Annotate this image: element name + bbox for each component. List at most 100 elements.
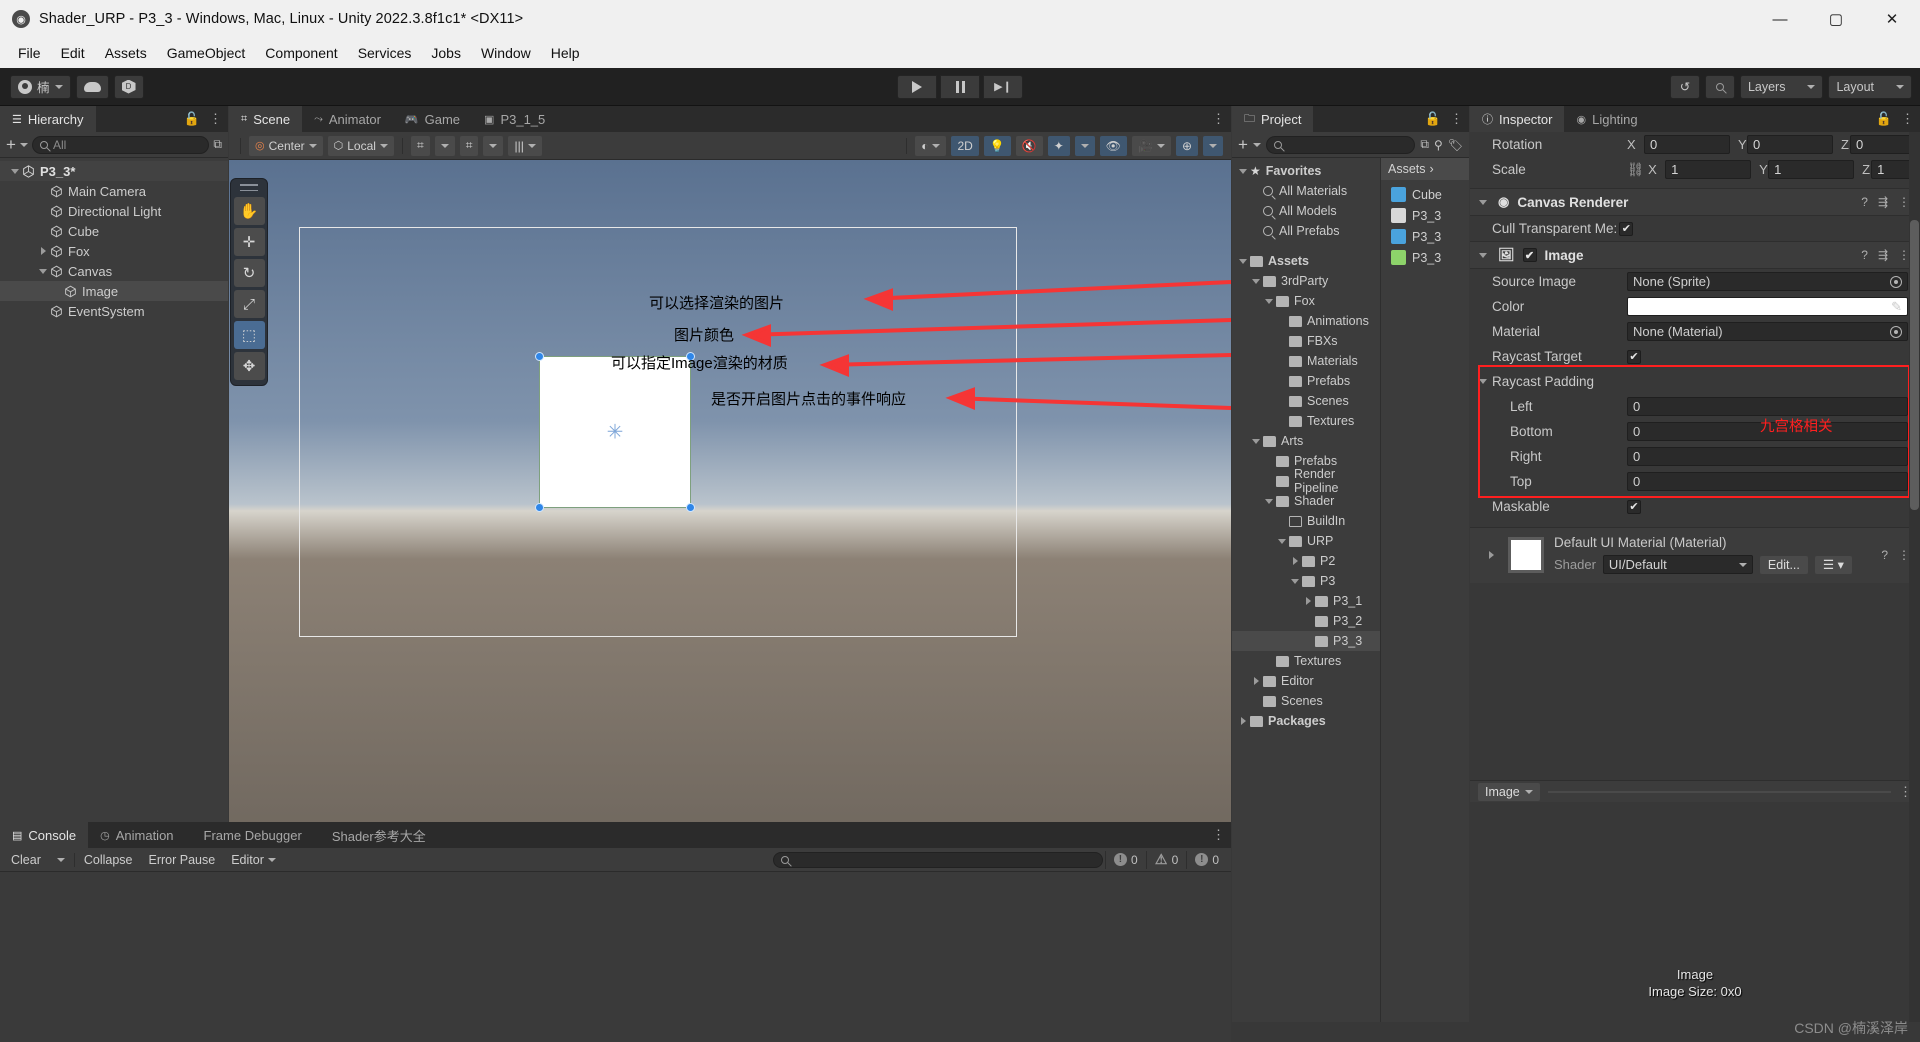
menu-item-file[interactable]: File bbox=[8, 41, 51, 65]
fx-caret[interactable] bbox=[1074, 135, 1095, 156]
lock-icon[interactable]: 🔓 bbox=[1425, 111, 1441, 127]
help-icon[interactable]: ? bbox=[1861, 195, 1868, 209]
rotation-x-input[interactable]: 0 bbox=[1644, 135, 1730, 154]
shading-mode-dropdown[interactable]: ◐ bbox=[915, 135, 947, 156]
play-button[interactable] bbox=[897, 74, 937, 99]
gizmos-caret[interactable] bbox=[1203, 135, 1223, 156]
foldout-arrow-icon[interactable] bbox=[1275, 538, 1289, 544]
space-dropdown[interactable]: ⬡ Local bbox=[327, 135, 394, 156]
project-item-render-pipeline[interactable]: Render Pipeline bbox=[1232, 467, 1380, 495]
project-item-p3_1[interactable]: P3_1 bbox=[1232, 591, 1380, 611]
kebab-menu-icon[interactable]: ⋮ bbox=[1450, 111, 1463, 127]
close-button[interactable]: ✕ bbox=[1864, 0, 1920, 38]
project-item-fox[interactable]: Fox bbox=[1232, 291, 1380, 311]
project-item-animations[interactable]: Animations bbox=[1232, 311, 1380, 331]
package-filter-icon[interactable]: ⚲ bbox=[1434, 138, 1443, 152]
hierarchy-item-fox[interactable]: Fox bbox=[0, 241, 228, 261]
foldout-arrow-icon[interactable] bbox=[1249, 677, 1263, 685]
asset-item-p3_3[interactable]: P3_3 bbox=[1381, 247, 1469, 268]
clear-dropdown[interactable] bbox=[50, 851, 72, 869]
layers-dropdown[interactable]: Layers bbox=[1739, 74, 1824, 99]
foldout-arrow-icon[interactable] bbox=[1288, 557, 1302, 565]
project-item-editor[interactable]: Editor bbox=[1232, 671, 1380, 691]
project-item-materials[interactable]: Materials bbox=[1232, 351, 1380, 371]
shader-dropdown[interactable]: UI/Default bbox=[1602, 555, 1753, 574]
project-item-3rdparty[interactable]: 3rdParty bbox=[1232, 271, 1380, 291]
grid-axis-dropdown[interactable]: ⌗ bbox=[410, 135, 430, 156]
resize-handle-tl[interactable] bbox=[535, 352, 544, 361]
collapse-toggle[interactable]: Collapse bbox=[77, 851, 140, 869]
tab-console[interactable]: ▤ Console bbox=[0, 822, 89, 848]
project-item-scenes[interactable]: Scenes bbox=[1232, 391, 1380, 411]
pause-button[interactable] bbox=[940, 74, 980, 99]
project-item-scenes[interactable]: Scenes bbox=[1232, 691, 1380, 711]
editor-dropdown[interactable]: Editor bbox=[224, 851, 283, 869]
project-item-textures[interactable]: Textures bbox=[1232, 651, 1380, 671]
tab-project[interactable]: 🗀 Project bbox=[1232, 106, 1314, 132]
menu-item-window[interactable]: Window bbox=[471, 41, 541, 65]
tab-lighting[interactable]: ◉ Lighting bbox=[1564, 106, 1649, 132]
tab-p3_1_5[interactable]: ▣ P3_1_5 bbox=[472, 106, 557, 132]
cull-transparent-mesh-checkbox[interactable]: ✔ bbox=[1619, 221, 1634, 236]
help-icon[interactable]: ? bbox=[1861, 248, 1868, 262]
foldout-arrow-icon[interactable] bbox=[1288, 578, 1302, 584]
rotate-tool[interactable]: ↻ bbox=[233, 259, 265, 287]
project-item-fbxs[interactable]: FBXs bbox=[1232, 331, 1380, 351]
foldout-arrow-icon[interactable] bbox=[1476, 199, 1490, 205]
warning-count[interactable]: ⚠ 0 bbox=[1145, 850, 1187, 869]
hierarchy-search-input[interactable]: All bbox=[31, 135, 210, 154]
error-count[interactable]: ! 0 bbox=[1104, 850, 1146, 869]
add-gameobject-button[interactable]: + bbox=[6, 136, 16, 153]
source-image-field[interactable]: None (Sprite) bbox=[1627, 272, 1908, 291]
foldout-arrow-icon[interactable] bbox=[1249, 438, 1263, 444]
cloud-button[interactable] bbox=[75, 74, 109, 99]
preset-icon[interactable]: ⇶ bbox=[1878, 248, 1888, 262]
shader-preset-button[interactable]: ☰ ▾ bbox=[1814, 555, 1852, 574]
drag-handle[interactable] bbox=[240, 184, 258, 191]
material-field[interactable]: None (Material) bbox=[1627, 322, 1908, 341]
foldout-arrow-icon[interactable] bbox=[1236, 168, 1250, 174]
lock-icon[interactable]: 🔓 bbox=[1876, 111, 1892, 127]
foldout-arrow-icon[interactable] bbox=[8, 168, 22, 174]
menu-item-gameobject[interactable]: GameObject bbox=[157, 41, 256, 65]
menu-item-component[interactable]: Component bbox=[255, 41, 347, 65]
hand-tool[interactable]: ✋ bbox=[233, 197, 265, 225]
hierarchy-item-eventsystem[interactable]: EventSystem bbox=[0, 301, 228, 321]
foldout-arrow-icon[interactable] bbox=[1476, 252, 1490, 258]
kebab-menu-icon[interactable]: ⋮ bbox=[1212, 111, 1225, 127]
project-item-assets[interactable]: Assets bbox=[1232, 251, 1380, 271]
resize-handle-bl[interactable] bbox=[535, 503, 544, 512]
hierarchy-item-p3_3-[interactable]: P3_3* bbox=[0, 161, 228, 181]
tab-inspector[interactable]: ⓘ Inspector bbox=[1470, 106, 1565, 132]
fx-dropdown[interactable]: ✦ bbox=[1047, 135, 1070, 156]
step-button[interactable]: ▶❙ bbox=[983, 74, 1023, 99]
project-item-favorites[interactable]: ★ Favorites bbox=[1232, 161, 1380, 181]
maskable-checkbox[interactable]: ✔ bbox=[1627, 499, 1641, 514]
project-item-arts[interactable]: Arts bbox=[1232, 431, 1380, 451]
foldout-arrow-icon[interactable] bbox=[36, 268, 50, 274]
asset-item-p3_3[interactable]: P3_3 bbox=[1381, 226, 1469, 247]
lock-icon[interactable]: 🔓 bbox=[184, 111, 200, 127]
object-picker-icon[interactable] bbox=[1890, 275, 1902, 288]
project-item-p2[interactable]: P2 bbox=[1232, 551, 1380, 571]
preset-icon[interactable]: ⇶ bbox=[1878, 195, 1888, 209]
kebab-menu-icon[interactable]: ⋮ bbox=[1212, 827, 1225, 843]
scene-viewport[interactable]: ✋ ✛ ↻ ⤢ ⬚ ✥ ✳ 可以选择渲染的图片 图片颜色 可以指定Image渲染的材质 是否开启… bbox=[229, 160, 1231, 848]
kebab-menu-icon[interactable]: ⋮ bbox=[1901, 111, 1914, 127]
layout-dropdown[interactable]: Layout bbox=[1828, 74, 1912, 99]
hierarchy-item-main-camera[interactable]: Main Camera bbox=[0, 181, 228, 201]
project-item-all-models[interactable]: All Models bbox=[1232, 201, 1380, 221]
console-search-input[interactable] bbox=[772, 851, 1103, 868]
tab-shader-[interactable]: Shader参考大全 bbox=[314, 822, 438, 848]
kebab-menu-icon[interactable]: ⋮ bbox=[209, 111, 222, 127]
image-component-header[interactable]: 🖼 ✔ Image ? ⇶ ⋮ bbox=[1470, 241, 1920, 269]
asset-item-cube[interactable]: Cube bbox=[1381, 184, 1469, 205]
foldout-arrow-icon[interactable] bbox=[1262, 298, 1276, 304]
foldout-arrow-icon[interactable] bbox=[1262, 498, 1276, 504]
link-off-icon[interactable]: ⛓ bbox=[1627, 162, 1644, 178]
asset-item-p3_3[interactable]: P3_3 bbox=[1381, 205, 1469, 226]
hidden-objects-toggle[interactable]: 👁 bbox=[1099, 135, 1127, 156]
tab-animation[interactable]: ◷ Animation bbox=[88, 822, 185, 848]
hierarchy-item-canvas[interactable]: Canvas bbox=[0, 261, 228, 281]
color-swatch-field[interactable]: ✎ bbox=[1627, 297, 1908, 316]
